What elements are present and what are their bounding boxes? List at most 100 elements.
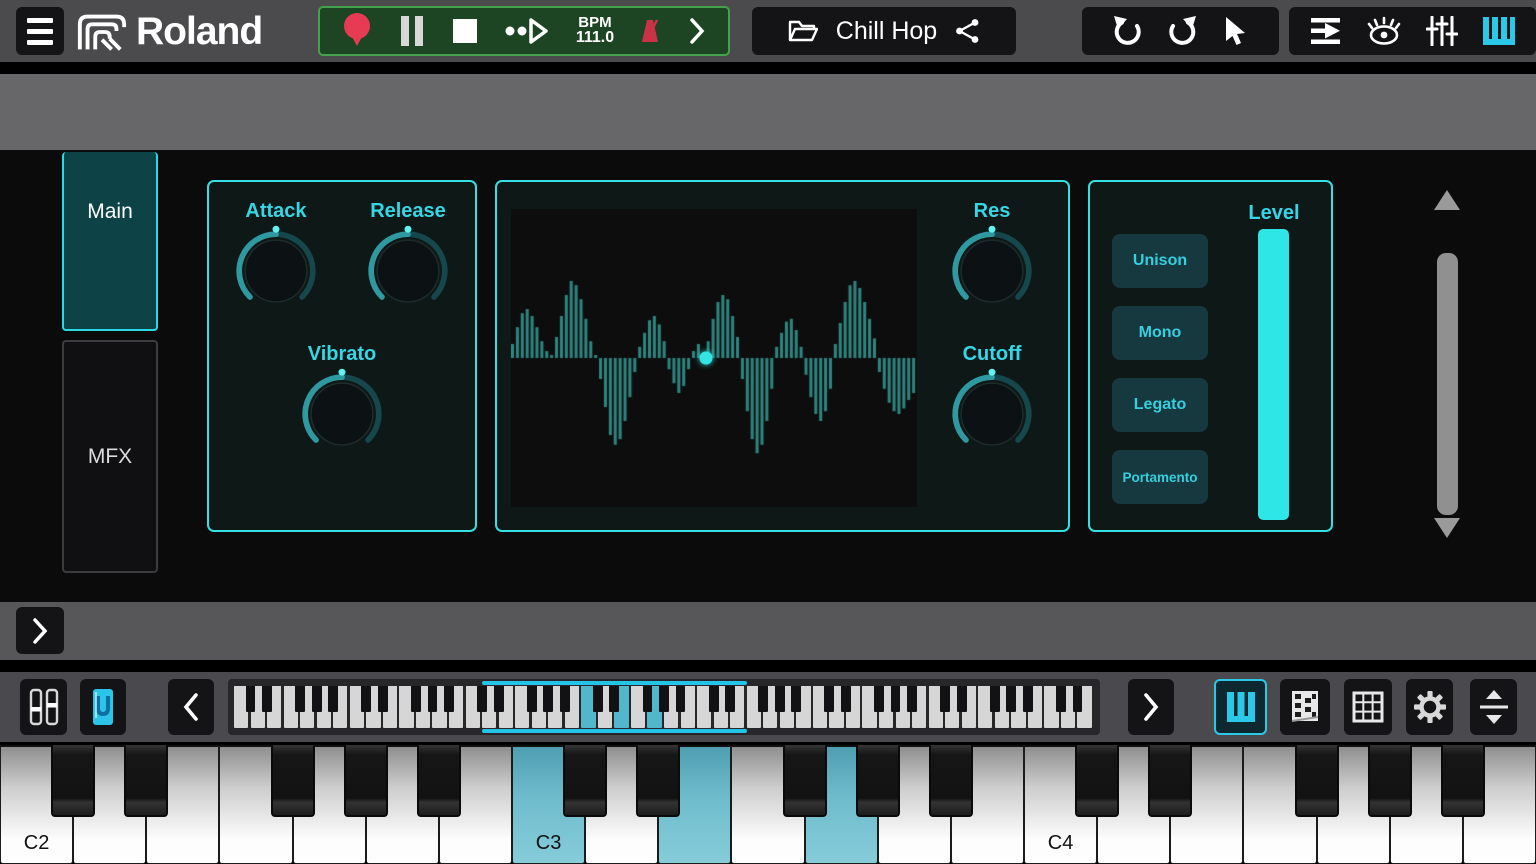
keyboard-range-selector[interactable] xyxy=(482,729,747,733)
mini-black-key[interactable] xyxy=(543,686,553,712)
settings-button[interactable] xyxy=(1406,679,1453,735)
release-knob[interactable] xyxy=(362,225,454,317)
pointer-icon[interactable] xyxy=(1224,16,1250,46)
mini-black-key[interactable] xyxy=(676,686,686,712)
flow-right-icon[interactable] xyxy=(1310,17,1342,45)
pause-icon[interactable] xyxy=(399,15,425,47)
mini-black-key[interactable] xyxy=(791,686,801,712)
keyboard-scroll-left-button[interactable] xyxy=(168,679,214,735)
dual-fader-button[interactable] xyxy=(20,679,67,735)
mini-black-key[interactable] xyxy=(1073,686,1083,712)
piano-black-key[interactable] xyxy=(344,745,388,817)
mini-black-key[interactable] xyxy=(477,686,487,712)
transport-expand-icon[interactable] xyxy=(688,17,706,45)
attack-knob[interactable] xyxy=(230,225,322,317)
waveform-cursor-dot[interactable] xyxy=(699,352,712,365)
mini-black-key[interactable] xyxy=(361,686,371,712)
mini-black-key[interactable] xyxy=(593,686,603,712)
mini-black-key[interactable] xyxy=(775,686,785,712)
vibrato-knob[interactable] xyxy=(296,368,388,460)
mini-black-key[interactable] xyxy=(246,686,256,712)
folder-open-icon[interactable] xyxy=(788,18,818,44)
expand-button[interactable] xyxy=(16,607,64,654)
scroll-down-button[interactable] xyxy=(1434,518,1460,538)
mini-black-key[interactable] xyxy=(907,686,917,712)
mini-black-key[interactable] xyxy=(428,686,438,712)
scrollbar-thumb[interactable] xyxy=(1437,253,1458,515)
mixer-icon[interactable] xyxy=(1426,16,1458,46)
mini-black-key[interactable] xyxy=(444,686,454,712)
key-touch-button[interactable] xyxy=(80,679,126,735)
piano-black-key[interactable] xyxy=(124,745,168,817)
piano-black-key[interactable] xyxy=(1295,745,1339,817)
mini-black-key[interactable] xyxy=(758,686,768,712)
mini-black-key[interactable] xyxy=(262,686,272,712)
song-title[interactable]: Chill Hop xyxy=(836,17,937,46)
redo-icon[interactable] xyxy=(1168,16,1198,46)
piano-black-key[interactable] xyxy=(417,745,461,817)
level-slider[interactable] xyxy=(1258,229,1289,520)
res-knob[interactable] xyxy=(946,225,1038,317)
undo-icon[interactable] xyxy=(1112,16,1142,46)
keyboard-view-button[interactable] xyxy=(1214,679,1267,735)
piano-black-key[interactable] xyxy=(1075,745,1119,817)
mini-black-key[interactable] xyxy=(940,686,950,712)
mini-black-key[interactable] xyxy=(841,686,851,712)
mono-button[interactable]: Mono xyxy=(1112,306,1208,360)
keyboard-scroll-right-button[interactable] xyxy=(1128,679,1174,735)
unison-button[interactable]: Unison xyxy=(1112,234,1208,288)
keyboard-icon[interactable] xyxy=(1482,16,1516,46)
pads-grid-button[interactable] xyxy=(1344,679,1392,735)
mini-black-key[interactable] xyxy=(560,686,570,712)
share-icon[interactable] xyxy=(955,18,980,44)
piano-black-key[interactable] xyxy=(1368,745,1412,817)
gear-icon xyxy=(1413,690,1447,724)
mini-black-key[interactable] xyxy=(1056,686,1066,712)
scroll-up-button[interactable] xyxy=(1434,190,1460,210)
piano-black-key[interactable] xyxy=(929,745,973,817)
piano-black-key[interactable] xyxy=(563,745,607,817)
mini-black-key[interactable] xyxy=(824,686,834,712)
piano-black-key[interactable] xyxy=(856,745,900,817)
mini-black-key[interactable] xyxy=(609,686,619,712)
mini-black-key[interactable] xyxy=(643,686,653,712)
mini-black-key[interactable] xyxy=(378,686,388,712)
cutoff-knob[interactable] xyxy=(946,368,1038,460)
legato-button[interactable]: Legato xyxy=(1112,378,1208,432)
piano-black-key[interactable] xyxy=(783,745,827,817)
mini-black-key[interactable] xyxy=(1023,686,1033,712)
mini-black-key[interactable] xyxy=(494,686,504,712)
tab-mfx[interactable]: MFX xyxy=(62,340,158,573)
menu-button[interactable] xyxy=(16,7,64,55)
mini-black-key[interactable] xyxy=(411,686,421,712)
mini-black-key[interactable] xyxy=(725,686,735,712)
mini-black-key[interactable] xyxy=(312,686,322,712)
mini-black-key[interactable] xyxy=(1006,686,1016,712)
eye-icon[interactable] xyxy=(1366,16,1402,46)
tab-main[interactable]: Main xyxy=(62,152,158,331)
piano-black-key[interactable] xyxy=(51,745,95,817)
mini-black-key[interactable] xyxy=(874,686,884,712)
step-play-icon[interactable] xyxy=(505,17,549,45)
mini-black-key[interactable] xyxy=(990,686,1000,712)
waveform-display[interactable] xyxy=(511,209,917,507)
portamento-button[interactable]: Portamento xyxy=(1112,450,1208,504)
mini-black-key[interactable] xyxy=(328,686,338,712)
stop-icon[interactable] xyxy=(452,18,478,44)
mini-black-key[interactable] xyxy=(659,686,669,712)
bpm-display[interactable]: BPM 111.0 xyxy=(576,15,614,48)
piano-black-key[interactable] xyxy=(271,745,315,817)
resize-vertical-button[interactable] xyxy=(1470,679,1517,735)
record-icon[interactable] xyxy=(342,12,372,50)
mini-black-key[interactable] xyxy=(295,686,305,712)
mini-keyboard-overview[interactable] xyxy=(228,679,1100,735)
keyboard-range-selector[interactable] xyxy=(482,681,747,685)
mini-black-key[interactable] xyxy=(527,686,537,712)
mini-black-key[interactable] xyxy=(709,686,719,712)
mini-black-key[interactable] xyxy=(891,686,901,712)
piano-black-key[interactable] xyxy=(636,745,680,817)
piano-black-key[interactable] xyxy=(1441,745,1485,817)
piano-roll-button[interactable] xyxy=(1280,679,1330,735)
mini-black-key[interactable] xyxy=(957,686,967,712)
piano-black-key[interactable] xyxy=(1148,745,1192,817)
